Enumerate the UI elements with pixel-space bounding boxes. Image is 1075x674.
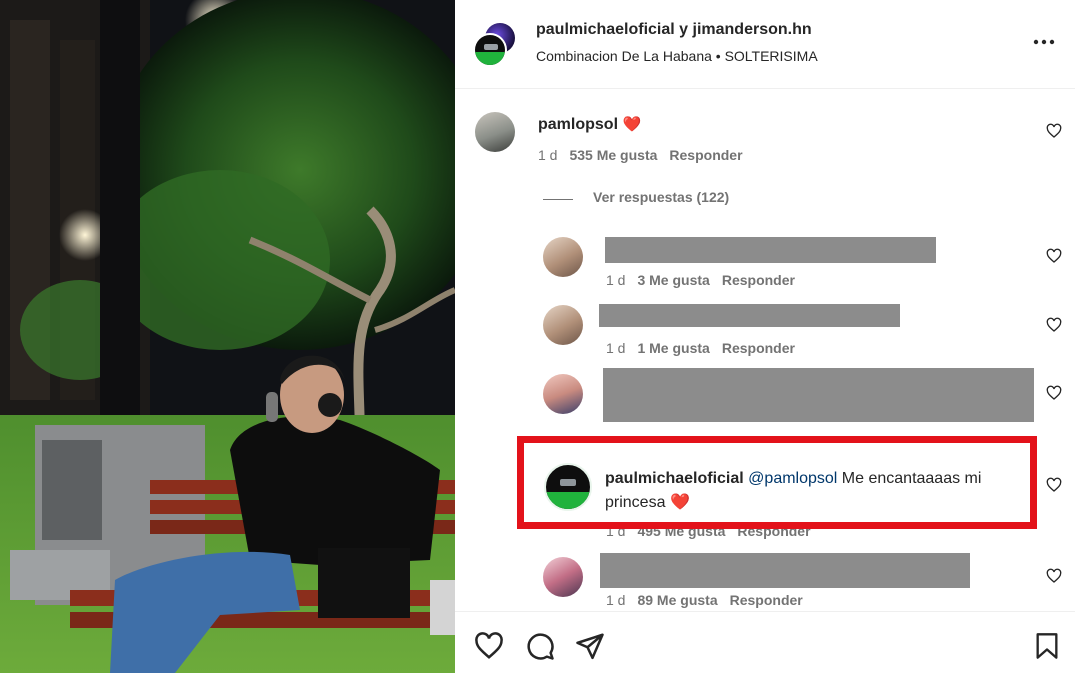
post-authors[interactable]: paulmichaeloficial y jimanderson.hn [536, 21, 812, 39]
reply-likes[interactable]: 3 Me gusta [637, 272, 709, 288]
reply-avatar[interactable] [544, 463, 592, 511]
comment-username[interactable]: pamlopsol [538, 116, 618, 133]
highlighted-reply: paulmichaeloficial @pamlopsol Me encanta… [517, 436, 1037, 529]
reply-age: 1 d [606, 340, 626, 356]
view-replies-button[interactable]: Ver respuestas (122) [593, 189, 729, 205]
author-avatar[interactable] [473, 33, 507, 67]
redacted-comment [603, 368, 1034, 422]
post-photo [0, 0, 455, 673]
reply-meta: 1 d 89 Me gusta Responder [606, 592, 803, 608]
reply-body-line1: Me encantaaaas mi [841, 470, 982, 487]
reply-text: paulmichaeloficial @pamlopsol Me encanta… [605, 467, 1025, 515]
mention-link[interactable]: @pamlopsol [748, 470, 837, 487]
heart-emoji: ❤️ [622, 116, 642, 133]
reply-meta: 1 d 1 Me gusta Responder [606, 340, 795, 356]
reply-meta: 1 d 3 Me gusta Responder [606, 272, 795, 288]
like-comment-icon[interactable] [1046, 477, 1062, 493]
like-comment-icon[interactable] [1046, 248, 1062, 264]
reply-link[interactable]: Responder [722, 340, 795, 356]
comments-panel: paulmichaeloficial y jimanderson.hn Comb… [455, 0, 1075, 673]
heart-icon[interactable] [474, 631, 504, 661]
action-bar [455, 611, 1075, 674]
redacted-comment [605, 237, 936, 263]
reply-link[interactable]: Responder [669, 147, 742, 163]
redacted-comment [600, 553, 970, 588]
reply-body-line2: princesa [605, 494, 666, 511]
like-comment-icon[interactable] [1046, 317, 1062, 333]
like-comment-icon[interactable] [1046, 385, 1062, 401]
redacted-comment [599, 304, 900, 327]
reply-age: 1 d [606, 592, 626, 608]
commenter-avatar[interactable] [475, 112, 515, 152]
comment-icon[interactable] [525, 631, 555, 661]
reply-link[interactable]: Responder [730, 592, 803, 608]
post-header: paulmichaeloficial y jimanderson.hn Comb… [455, 0, 1075, 89]
save-icon[interactable] [1033, 631, 1061, 661]
reply-avatar[interactable] [543, 305, 583, 345]
reply-avatar[interactable] [543, 557, 583, 597]
reply-avatar[interactable] [543, 237, 583, 277]
like-comment-icon[interactable] [1046, 568, 1062, 584]
reply-link[interactable]: Responder [722, 272, 795, 288]
reply-avatar[interactable] [543, 374, 583, 414]
heart-emoji: ❤️ [669, 494, 690, 511]
reply-likes[interactable]: 1 Me gusta [637, 340, 709, 356]
audio-track[interactable]: Combinacion De La Habana • SOLTERISIMA [536, 48, 818, 64]
comment-age: 1 d [538, 147, 558, 163]
view-replies-line [543, 199, 573, 200]
reply-age: 1 d [606, 272, 626, 288]
like-comment-icon[interactable] [1046, 123, 1062, 139]
main-comment: pamlopsol ❤️ [538, 115, 641, 134]
reply-likes[interactable]: 89 Me gusta [637, 592, 717, 608]
reply-username[interactable]: paulmichaeloficial [605, 470, 744, 487]
share-icon[interactable] [575, 631, 605, 661]
more-horizontal-icon[interactable] [1031, 29, 1057, 55]
comment-likes[interactable]: 535 Me gusta [569, 147, 657, 163]
comment-meta: 1 d 535 Me gusta Responder [538, 147, 743, 163]
